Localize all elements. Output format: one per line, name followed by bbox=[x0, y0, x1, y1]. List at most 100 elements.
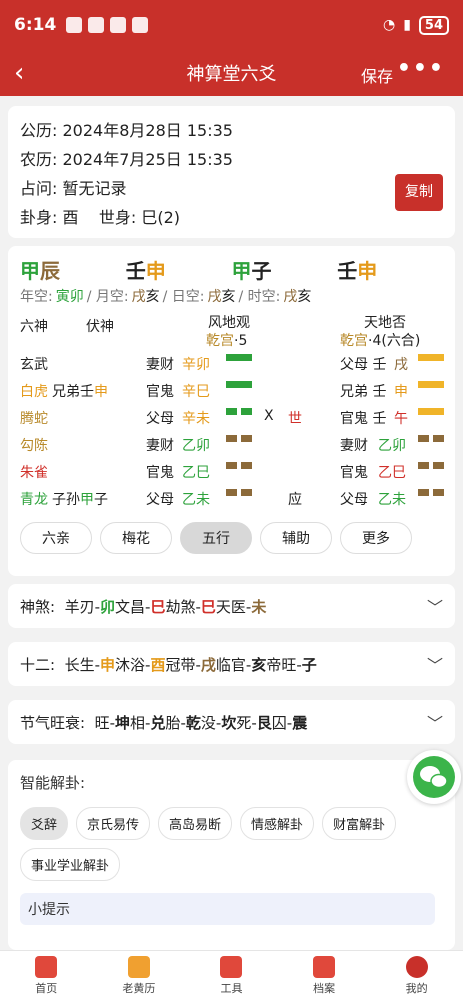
app-icon bbox=[132, 17, 149, 33]
bian-zhi: 午 bbox=[394, 411, 408, 427]
yin-line bbox=[226, 489, 252, 496]
avatar-icon bbox=[405, 955, 428, 978]
yao-row: 青龙 子孙甲子 父母 乙未 应 父母 乙未 bbox=[20, 485, 444, 512]
wechat-float-button[interactable] bbox=[407, 750, 461, 804]
shier-row[interactable]: 十二: 长生- 申 沐浴- 酉 冠带- 戌 临官- 亥 帝旺- 子 ﹀ bbox=[8, 642, 455, 686]
ben-liuqin: 官鬼 bbox=[146, 384, 174, 400]
liushen-header: 六神 bbox=[20, 319, 48, 335]
gua-tabs: 六亲 梅花 五行 辅助 更多 bbox=[20, 522, 443, 554]
ben-ganzhi: 乙卯 bbox=[182, 438, 210, 454]
bian-liuqin: 父母 bbox=[340, 492, 368, 508]
tab-meihua[interactable]: 梅花 bbox=[100, 522, 172, 554]
smart-interpretation: 智能解卦: 爻辞 京氏易传 高岛易断 情感解卦 财富解卦 事业学业解卦 小提示 bbox=[8, 760, 455, 950]
ben-gua-gong: 乾宫·5 bbox=[206, 333, 248, 349]
bian-gua-gong: 乾宫·4(六合) bbox=[340, 333, 421, 349]
ganzhi-day: 甲子 bbox=[231, 258, 272, 283]
shi-kong-label: / 时空: bbox=[238, 289, 281, 305]
guashen-value: 酉 bbox=[62, 208, 79, 227]
guashen-label: 卦身: bbox=[20, 208, 58, 227]
ganzhi-year: 甲辰 bbox=[20, 258, 60, 283]
bottom-tab-bar: 首页 老黄历 工具 档案 我的 bbox=[0, 950, 463, 1000]
zhanwen-row: 占问: 暂无记录 bbox=[20, 174, 443, 203]
nongli-label: 农历: bbox=[20, 150, 58, 169]
tab-fuzhu[interactable]: 辅助 bbox=[260, 522, 332, 554]
yang-line bbox=[418, 354, 444, 361]
app-icon bbox=[110, 17, 127, 33]
moving-mark: X bbox=[264, 408, 274, 424]
chevron-down-icon[interactable]: ﹀ bbox=[427, 710, 443, 734]
chevron-down-icon[interactable]: ﹀ bbox=[427, 594, 443, 618]
info-card: 公历: 2024年8月28日 15:35 农历: 2024年7月25日 15:3… bbox=[8, 106, 455, 238]
shishen-label: 世身: bbox=[98, 208, 137, 227]
yao-row: 玄武 妻财 辛卯 父母 壬 戌 bbox=[20, 350, 444, 377]
chip-qinggan[interactable]: 情感解卦 bbox=[240, 807, 315, 840]
bian-zhi: 戌 bbox=[394, 357, 408, 373]
tabbar-almanac[interactable]: 老黄历 bbox=[93, 951, 186, 1000]
tabbar-archive[interactable]: 档案 bbox=[278, 951, 371, 1000]
chip-shiye[interactable]: 事业学业解卦 bbox=[20, 848, 121, 881]
tabbar-tools[interactable]: 工具 bbox=[185, 951, 278, 1000]
yao-row: 勾陈 妻财 乙卯 妻财 乙卯 bbox=[20, 431, 444, 458]
bian-gua-name: 天地否 bbox=[364, 315, 406, 331]
tab-wuxing[interactable]: 五行 bbox=[180, 522, 252, 554]
gongli-label: 公历: bbox=[20, 121, 58, 140]
yao-row: 朱雀 官鬼 乙巳 官鬼 乙巳 bbox=[20, 458, 444, 485]
gua-card: 甲辰 壬申 甲子 壬申 年空: 寅卯 / 月空: 戌亥 / 日空: 戌亥 / 时… bbox=[8, 246, 455, 576]
shishen-value: 巳(2) bbox=[141, 208, 181, 227]
home-icon bbox=[35, 955, 58, 978]
liushen-value: 玄武 bbox=[20, 357, 48, 373]
jieqi-row[interactable]: 节气旺衰: 旺- 坤 相- 兑 胎- 乾 没- 坎 死- 艮 囚- 震 ﹀ bbox=[8, 700, 455, 744]
navigation-bar: ‹ 神算堂六爻 保存 ••• bbox=[0, 50, 463, 96]
interpretation-chips: 爻辞 京氏易传 高岛易断 情感解卦 财富解卦 事业学业解卦 bbox=[20, 807, 443, 881]
ganzhi-row: 甲辰 壬申 甲子 壬申 bbox=[20, 254, 443, 284]
yao-row: 白虎 兄弟壬申 官鬼 辛巳 兄弟 壬 申 bbox=[20, 377, 444, 404]
guashen-row: 卦身: 酉 世身: 巳(2) bbox=[20, 203, 443, 232]
fushen-header: 伏神 bbox=[86, 319, 114, 335]
tab-liuqin[interactable]: 六亲 bbox=[20, 522, 92, 554]
bian-ganzhi: 乙巳 bbox=[378, 465, 406, 481]
liushen-value: 青龙 bbox=[20, 492, 48, 508]
signal-icon: ▮ bbox=[403, 17, 411, 33]
chip-jingshi[interactable]: 京氏易传 bbox=[76, 807, 151, 840]
yue-kong-label: / 月空: bbox=[86, 289, 129, 305]
gongli-row: 公历: 2024年8月28日 15:35 bbox=[20, 116, 443, 145]
ben-liuqin: 妻财 bbox=[146, 438, 174, 454]
ben-ganzhi: 辛未 bbox=[182, 411, 210, 427]
chip-gaodao[interactable]: 高岛易断 bbox=[158, 807, 233, 840]
chip-yaoci[interactable]: 爻辞 bbox=[20, 807, 69, 840]
yang-line bbox=[226, 381, 252, 388]
bian-ganzhi: 乙未 bbox=[378, 492, 406, 508]
gongli-value: 2024年8月28日 15:35 bbox=[62, 121, 233, 140]
yin-line bbox=[226, 408, 252, 415]
back-icon[interactable]: ‹ bbox=[14, 58, 24, 88]
tabbar-mine[interactable]: 我的 bbox=[370, 951, 463, 1000]
ben-liuqin: 父母 bbox=[146, 492, 174, 508]
bian-liuqin: 官鬼 bbox=[340, 465, 368, 481]
jieqi-label: 节气旺衰: bbox=[20, 713, 86, 732]
shensha-row[interactable]: 神煞: 羊刃- 卯 文昌- 巳 劫煞- 巳 天医- 未 ﹀ bbox=[8, 584, 455, 628]
wifi-icon: ◔ bbox=[382, 17, 396, 33]
ben-ganzhi: 乙巳 bbox=[182, 465, 210, 481]
chevron-down-icon[interactable]: ﹀ bbox=[427, 652, 443, 676]
bian-zhi: 申 bbox=[394, 384, 408, 400]
chip-caifu[interactable]: 财富解卦 bbox=[322, 807, 397, 840]
nian-kong-value: 寅卯 bbox=[55, 289, 84, 305]
ganzhi-hour: 壬申 bbox=[337, 258, 378, 283]
almanac-icon bbox=[127, 955, 150, 978]
bian-liuqin: 妻财 bbox=[340, 438, 368, 454]
more-icon[interactable]: ••• bbox=[397, 56, 445, 81]
copy-button[interactable]: 复制 bbox=[395, 174, 443, 211]
ben-ganzhi: 辛卯 bbox=[182, 357, 210, 373]
app-icon bbox=[88, 17, 105, 33]
tip-box: 小提示 bbox=[20, 893, 435, 925]
ri-kong-label: / 日空: bbox=[162, 289, 205, 305]
bian-ganzhi: 乙卯 bbox=[378, 438, 406, 454]
toolbox-icon bbox=[220, 955, 243, 978]
bian-liuqin: 父母 壬 bbox=[340, 357, 387, 373]
tab-more[interactable]: 更多 bbox=[340, 522, 412, 554]
liushen-value: 腾蛇 bbox=[20, 411, 48, 427]
shensha-label: 神煞: bbox=[20, 597, 56, 616]
save-button[interactable]: 保存 bbox=[361, 63, 393, 87]
yang-line bbox=[418, 381, 444, 388]
tabbar-home[interactable]: 首页 bbox=[0, 951, 93, 1000]
